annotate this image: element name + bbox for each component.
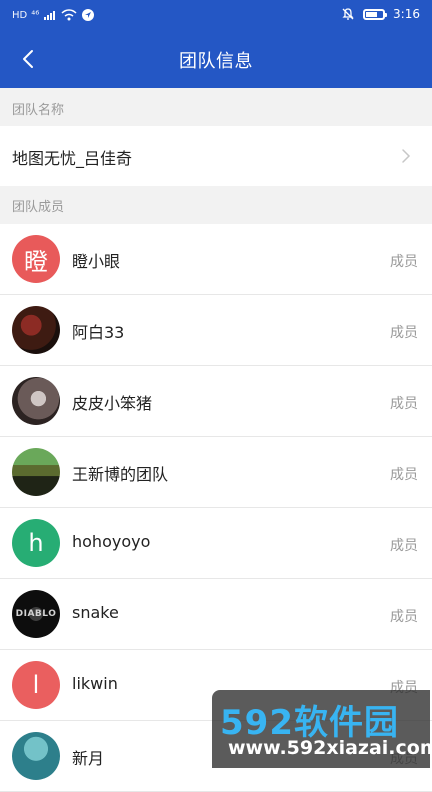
member-role: 成员 (390, 609, 418, 625)
chevron-right-icon (402, 149, 411, 163)
member-name: 新月 (72, 749, 105, 768)
member-name: 皮皮小笨猪 (72, 394, 153, 413)
battery-icon (363, 8, 388, 20)
status-right: 3:16 (341, 7, 420, 21)
back-chevron-icon (23, 50, 33, 68)
wifi-icon (61, 9, 77, 21)
top-app-bar: HD ⁴⁶ 3:16 团队信息 (0, 0, 432, 88)
watermark-url: www.592xiazai.com (228, 737, 432, 759)
avatar-letter: 瞪 (24, 247, 48, 276)
status-time: 3:16 (393, 7, 420, 21)
member-role: 成员 (390, 254, 418, 270)
member-row[interactable]: 王新博的团队 成员 (0, 437, 432, 508)
location-icon (82, 9, 95, 21)
avatar (12, 306, 60, 354)
member-role: 成员 (390, 467, 418, 483)
member-row[interactable]: h hohoyoyo 成员 (0, 508, 432, 579)
member-name: 瞪小眼 (72, 252, 121, 271)
avatar: DIABLO (12, 590, 60, 638)
member-role: 成员 (390, 325, 418, 341)
signal-icon: ⁴⁶ (31, 9, 40, 21)
team-name-section-label: 团队名称 (12, 103, 65, 118)
avatar (12, 448, 60, 496)
avatar: h (12, 519, 60, 567)
team-name-value: 地图无忧_吕佳奇 (12, 149, 133, 168)
member-row[interactable]: 皮皮小笨猪 成员 (0, 366, 432, 437)
member-name: 王新博的团队 (72, 465, 169, 484)
member-name: likwin (72, 674, 118, 693)
avatar (12, 377, 60, 425)
member-row[interactable]: 瞪 瞪小眼 成员 (0, 224, 432, 295)
status-bar: HD ⁴⁶ 3:16 (0, 0, 432, 32)
members-section-label: 团队成员 (12, 200, 65, 215)
member-name: 阿白33 (72, 323, 125, 342)
avatar-logo-text: DIABLO (15, 609, 57, 619)
avatar-letter: h (28, 529, 44, 557)
signal-icon (44, 11, 56, 20)
avatar-letter: l (32, 671, 40, 699)
watermark: 592软件园 www.592xiazai.com (212, 690, 432, 768)
member-role: 成员 (390, 538, 418, 554)
page-title: 团队信息 (179, 51, 253, 72)
avatar (12, 732, 60, 780)
avatar: 瞪 (12, 235, 60, 283)
team-name-row[interactable]: 地图无忧_吕佳奇 (0, 126, 432, 186)
member-name: snake (72, 603, 119, 622)
member-name: hohoyoyo (72, 532, 151, 551)
avatar: l (12, 661, 60, 709)
nav-bar: 团队信息 (0, 32, 432, 88)
mute-icon (342, 8, 354, 20)
back-button[interactable] (16, 47, 40, 71)
member-row[interactable]: 阿白33 成员 (0, 295, 432, 366)
hd-icon: HD (12, 9, 28, 21)
status-left: HD ⁴⁶ (12, 8, 95, 22)
member-row[interactable]: DIABLO snake 成员 (0, 579, 432, 650)
member-role: 成员 (390, 396, 418, 412)
